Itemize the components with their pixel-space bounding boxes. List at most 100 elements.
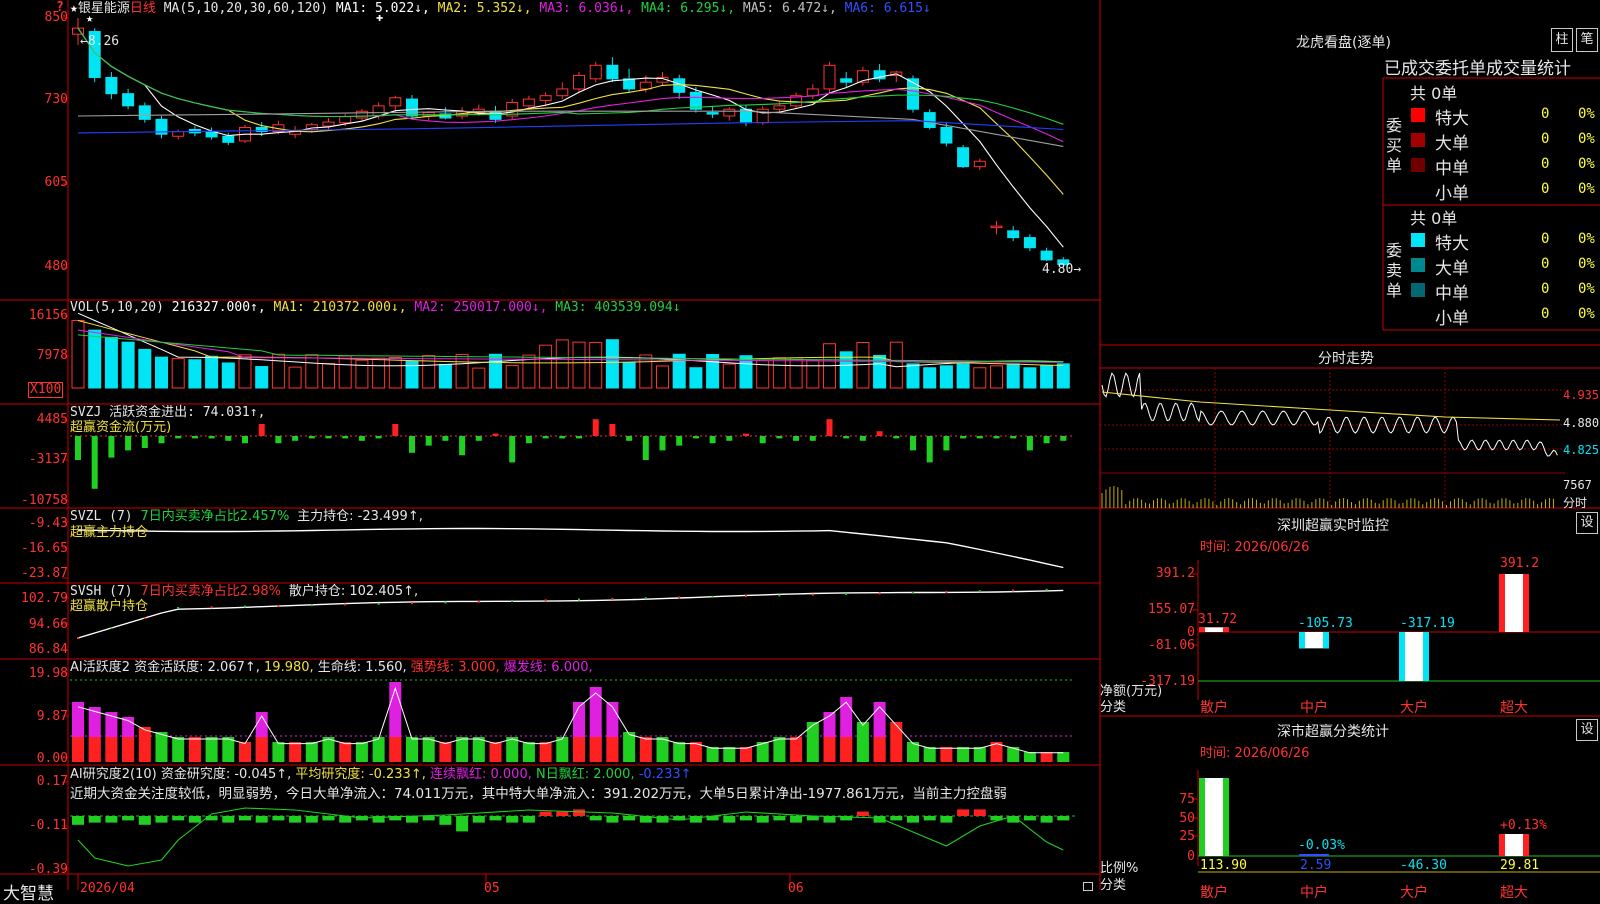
svzj-y-tick: 4485 xyxy=(36,412,68,427)
svzl-y-tick: -9.43 xyxy=(28,516,68,531)
candle-body xyxy=(355,110,368,119)
candle-body xyxy=(539,95,552,101)
cl-category: 超大 xyxy=(1500,885,1528,901)
ai2-bar-base xyxy=(589,737,602,762)
classify-settings-button[interactable]: 设 xyxy=(1576,719,1598,741)
vol-ma2-line xyxy=(77,320,1064,366)
svzj-header: SVZJ 活跃资金进出: 74.031↑, xyxy=(70,405,266,420)
cl-y-tick: 25 xyxy=(1179,829,1195,844)
ai2-bar xyxy=(773,737,786,762)
volume-bar xyxy=(438,363,452,389)
tab-filled[interactable]: 已成交 xyxy=(1384,59,1435,79)
sell-row-swatch xyxy=(1411,258,1425,272)
stock-name[interactable]: 银星能源 xyxy=(78,1,130,16)
sell-row-value: 0 xyxy=(1541,306,1550,322)
ma-values: MA1: 5.022↓, MA2: 5.352↓, MA3: 6.036↓, M… xyxy=(336,1,931,16)
svsh-marker xyxy=(644,597,647,600)
svzj-bar xyxy=(442,436,449,441)
ma-value-4: MA4: 6.295↓, xyxy=(641,1,743,16)
rt-value-label: -105.73 xyxy=(1298,616,1353,631)
svzj-bar xyxy=(993,436,1000,439)
ai2-bar-base xyxy=(823,737,836,762)
svsh-y-tick: 86.84 xyxy=(28,642,68,657)
tick-view-button[interactable]: 笔 xyxy=(1576,28,1598,52)
air-bar xyxy=(506,816,519,823)
tab-orders[interactable]: 委托单 xyxy=(1435,59,1486,79)
air-bar xyxy=(88,816,101,823)
svsh-marker xyxy=(511,600,514,602)
air-bar xyxy=(1023,816,1036,821)
air-y-tick: -0.11 xyxy=(28,818,68,833)
candle-body xyxy=(957,147,970,168)
air-bar xyxy=(790,816,803,823)
svzj-bar xyxy=(125,436,132,451)
ai2-y-tick: 19.98 xyxy=(28,666,68,681)
air-bar xyxy=(122,816,135,821)
svzj-bar xyxy=(292,436,299,441)
air-bar xyxy=(623,816,636,821)
volume-bar xyxy=(121,341,135,389)
cl-bar-mid xyxy=(1299,854,1329,856)
low-price-label: 4.80→ xyxy=(1042,262,1082,277)
intraday-price-tick: 4.880 xyxy=(1563,416,1600,430)
ai2-bar xyxy=(272,742,285,762)
ai2-bar-base xyxy=(72,737,84,762)
svzj-bar xyxy=(475,436,482,441)
kline-canvas[interactable]: ★ xyxy=(0,0,1600,900)
air-bar xyxy=(222,816,235,823)
realtime-settings-button[interactable]: 设 xyxy=(1576,512,1598,534)
svsh-marker xyxy=(711,595,714,598)
air-bar xyxy=(1057,816,1070,821)
rt-value-label: 391.2 xyxy=(1500,556,1540,571)
vol-y-tick: 16156 xyxy=(28,308,68,323)
svzj-bar xyxy=(809,436,816,441)
cl-value-label: 2.59 xyxy=(1300,858,1332,873)
svzj-bar xyxy=(108,436,115,458)
volume-bar xyxy=(689,367,703,389)
svzj-bar xyxy=(826,419,833,436)
svzl-y-tick: -23.87 xyxy=(21,566,68,581)
volume-bar xyxy=(939,365,953,389)
ai2-bar xyxy=(138,727,151,762)
brand-label: 大智慧 xyxy=(3,884,54,904)
air-bar xyxy=(239,816,251,821)
volume-bar xyxy=(188,359,202,389)
cl-category: 大户 xyxy=(1400,885,1428,901)
volume-bar xyxy=(322,363,335,389)
intraday-title: 分时走势 xyxy=(1318,351,1374,367)
ai2-bar xyxy=(222,737,235,762)
candle-body xyxy=(105,76,118,95)
svsh-marker xyxy=(945,590,948,593)
svzj-bar xyxy=(843,436,850,439)
cl-y-tick: 50 xyxy=(1179,811,1195,826)
air-value-2: 平均研究度: -0.233↑, xyxy=(295,767,430,782)
svzj-bar xyxy=(158,436,165,444)
ai2-bar xyxy=(339,742,352,762)
tab-stats[interactable]: 统计 xyxy=(1537,59,1571,79)
vol-title: VOL(5,10,20) xyxy=(70,300,164,315)
air-bar xyxy=(456,816,469,832)
sell-row-name: 小单 xyxy=(1435,309,1469,329)
plus-icon[interactable]: ✚ xyxy=(376,10,383,24)
svzj-bar xyxy=(659,436,666,451)
lock-icon[interactable] xyxy=(1083,882,1093,891)
svsh-marker xyxy=(978,590,981,593)
month-label-05: 05 xyxy=(484,881,500,896)
tab-volume[interactable]: 成交量 xyxy=(1486,59,1537,79)
volume-bar xyxy=(622,361,636,389)
buy-row-pct: 0% xyxy=(1578,131,1595,147)
star-icon[interactable]: ★ xyxy=(70,1,78,16)
column-view-button[interactable]: 柱 xyxy=(1551,28,1573,52)
air-bar xyxy=(556,811,569,816)
svzj-bar xyxy=(776,436,783,439)
svzj-bar xyxy=(308,436,315,439)
volume-bar xyxy=(455,353,469,389)
period-label[interactable]: 日线 xyxy=(130,1,156,16)
volume-bar xyxy=(1040,365,1054,389)
rt-y-tick: -81.06 xyxy=(1148,638,1195,653)
cl-value-label: 113.90 xyxy=(1200,858,1247,873)
svzj-bar xyxy=(1010,436,1017,439)
svzj-y-tick: -3137 xyxy=(28,452,68,467)
rt-bar-3 xyxy=(1499,574,1529,632)
svzj-bar xyxy=(926,436,933,463)
